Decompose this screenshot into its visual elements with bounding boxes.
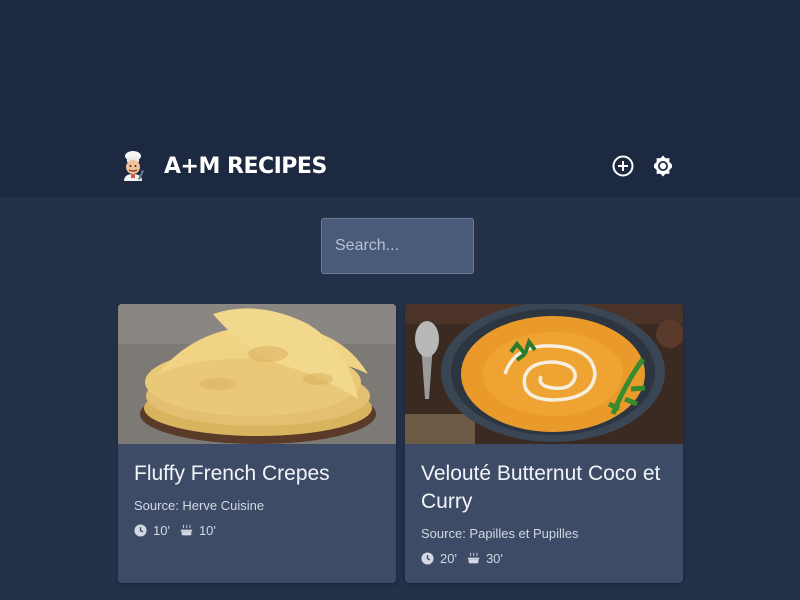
theme-toggle-icon[interactable] — [651, 154, 675, 178]
cook-time: 10' — [198, 522, 216, 538]
recipe-source: Source: Herve Cuisine — [134, 498, 265, 513]
recipe-card[interactable]: Velouté Butternut Coco et Curry Source: … — [405, 304, 683, 583]
card-body: Velouté Butternut Coco et Curry Source: … — [405, 444, 683, 567]
cook-time: 30' — [485, 550, 503, 566]
clock-icon — [134, 523, 147, 537]
butternut-soup-photo — [405, 304, 683, 444]
recipe-title: Velouté Butternut Coco et Curry — [421, 462, 661, 513]
app-header: A+M RECIPES — [0, 0, 800, 197]
recipe-meta: 20' 30' — [421, 549, 667, 567]
crepes-photo — [118, 304, 396, 444]
card-body: Fluffy French Crepes Source: Herve Cuisi… — [118, 444, 396, 539]
prep-time: 10' — [153, 522, 170, 538]
recipe-source: Source: Papilles et Pupilles — [421, 526, 579, 541]
recipe-title: Fluffy French Crepes — [134, 462, 330, 485]
app-title: A+M RECIPES — [164, 153, 327, 179]
search-input[interactable] — [321, 218, 474, 274]
prep-time: 20' — [440, 550, 457, 566]
chef-icon — [124, 151, 145, 181]
recipe-card[interactable]: Fluffy French Crepes Source: Herve Cuisi… — [118, 304, 396, 583]
clock-icon — [421, 551, 434, 565]
brand[interactable]: A+M RECIPES — [118, 150, 327, 182]
add-circle-icon[interactable] — [611, 154, 635, 178]
cooking-pot-icon — [467, 552, 480, 563]
cooking-pot-icon — [180, 524, 193, 535]
recipe-meta: 10' 10' — [134, 521, 380, 539]
